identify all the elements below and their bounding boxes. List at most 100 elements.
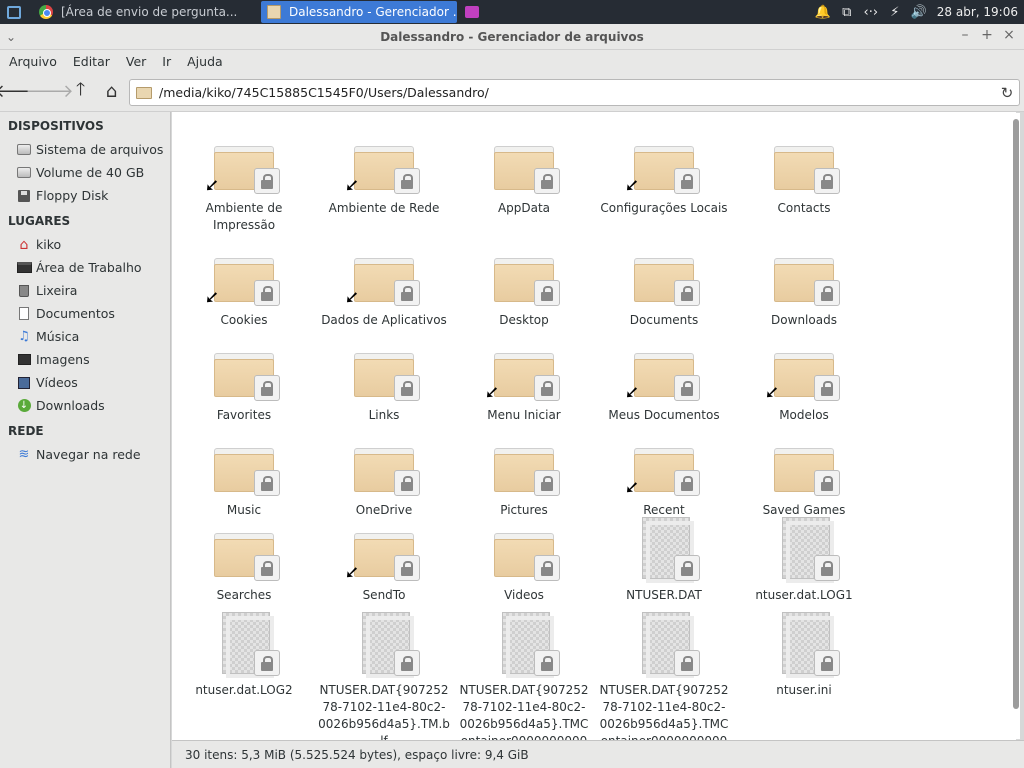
folder-item[interactable]: Ambiente de Rede <box>314 130 454 217</box>
sidebar-item-kiko[interactable]: ⌂ kiko <box>0 233 170 256</box>
file-name: AppData <box>497 201 551 215</box>
folder-item[interactable]: AppData <box>454 130 594 217</box>
file-view[interactable]: Ambiente de Impressão Ambiente de Rede App… <box>172 112 1016 740</box>
lock-icon <box>254 280 280 306</box>
location-bar[interactable]: /media/kiko/745C15885C1545F0/Users/Dales… <box>129 79 1020 106</box>
up-button[interactable]: 🡑 <box>65 77 96 107</box>
display-icon[interactable]: ⧉ <box>835 5 859 20</box>
folder-item[interactable]: Pictures <box>454 432 594 519</box>
file-item[interactable]: NTUSER.DAT{90725278-7102-11e4-80c2-0026b… <box>454 612 594 740</box>
system-tray: 🔔 ⧉ ‹·› ⚡ 🔊 28 abr, 19:06 <box>811 0 1024 24</box>
document-icon <box>16 307 32 321</box>
close-button[interactable]: × <box>998 27 1020 43</box>
folder-item[interactable]: SendTo <box>314 517 454 604</box>
window-title: Dalessandro - Gerenciador de arquivos <box>380 29 644 44</box>
lock-icon <box>534 470 560 496</box>
menu-bar: Arquivo Editar Ver Ir Ajuda <box>0 50 1024 72</box>
file-name: Searches <box>216 588 272 602</box>
taskbar-item-browser[interactable]: [Área de envio de pergunta... <box>33 1 259 23</box>
status-bar: 30 itens: 5,3 MiB (5.525.524 bytes), esp… <box>172 740 1024 768</box>
lock-icon <box>674 470 700 496</box>
lock-icon <box>534 375 560 401</box>
window-menu-icon[interactable]: ⌄ <box>6 30 16 44</box>
menu-ajuda[interactable]: Ajuda <box>179 54 231 69</box>
menu-ver[interactable]: Ver <box>118 54 154 69</box>
folder-item[interactable]: Links <box>314 337 454 424</box>
folder-item[interactable]: Dados de Aplicativos <box>314 242 454 329</box>
sidebar-item-lixeira[interactable]: Lixeira <box>0 279 170 302</box>
minimize-button[interactable]: – <box>954 27 976 43</box>
folder-item[interactable]: Documents <box>594 242 734 329</box>
taskbar-item-label: Dalessandro - Gerenciador ... <box>289 5 457 19</box>
symlink-arrow-icon <box>764 387 780 403</box>
sidebar-section-title: LUGARES <box>8 214 71 228</box>
sidebar-item-sistema-de-arquivos[interactable]: Sistema de arquivos <box>0 138 170 161</box>
file-name: SendTo <box>362 588 406 602</box>
lock-icon <box>254 555 280 581</box>
folder-item[interactable]: Cookies <box>174 242 314 329</box>
folder-item[interactable]: Videos <box>454 517 594 604</box>
folder-item[interactable]: Contacts <box>734 130 874 217</box>
maximize-button[interactable]: + <box>976 27 998 43</box>
sidebar-item-navegar-na-rede[interactable]: ≋ Navegar na rede <box>0 443 170 466</box>
folder-item[interactable]: Favorites <box>174 337 314 424</box>
folder-item[interactable]: Recent <box>594 432 734 519</box>
scrollbar[interactable] <box>1012 113 1020 739</box>
menu-editar[interactable]: Editar <box>65 54 118 69</box>
folder-item[interactable]: Downloads <box>734 242 874 329</box>
network-icon[interactable]: ‹·› <box>859 5 883 20</box>
sidebar-item-m-sica[interactable]: ♫ Música <box>0 325 170 348</box>
folder-item[interactable]: Searches <box>174 517 314 604</box>
clock[interactable]: 28 abr, 19:06 <box>931 5 1024 19</box>
folder-item[interactable]: OneDrive <box>314 432 454 519</box>
folder-item[interactable]: Desktop <box>454 242 594 329</box>
file-name: NTUSER.DAT{90725278-7102-11e4-80c2-0026b… <box>459 683 589 740</box>
lock-icon <box>674 650 700 676</box>
sidebar-item-imagens[interactable]: Imagens <box>0 348 170 371</box>
sidebar-item-label: kiko <box>36 237 62 252</box>
reload-icon[interactable]: ↻ <box>995 84 1019 102</box>
trash-icon <box>16 284 32 298</box>
file-item[interactable]: NTUSER.DAT{90725278-7102-11e4-80c2-0026b… <box>594 612 734 740</box>
volume-icon[interactable]: 🔊 <box>907 5 931 20</box>
sidebar-item-v-deos[interactable]: Vídeos <box>0 371 170 394</box>
taskbar-item-file-manager[interactable]: Dalessandro - Gerenciador ... <box>261 1 457 23</box>
file-name: Dados de Aplicativos <box>321 313 447 327</box>
folder-item[interactable]: Configurações Locais <box>594 130 734 217</box>
symlink-arrow-icon <box>624 482 640 498</box>
file-item[interactable]: ntuser.dat.LOG1 <box>734 517 874 604</box>
symlink-arrow-icon <box>344 567 360 583</box>
file-item[interactable]: ntuser.dat.LOG2 <box>174 612 314 699</box>
app-menu-button[interactable] <box>3 1 25 23</box>
window-titlebar[interactable]: ⌄ Dalessandro - Gerenciador de arquivos … <box>0 24 1024 50</box>
file-item[interactable]: ntuser.ini <box>734 612 874 699</box>
home-button[interactable]: ⌂ <box>96 77 127 107</box>
sidebar-item--rea-de-trabalho[interactable]: Área de Trabalho <box>0 256 170 279</box>
file-item[interactable]: NTUSER.DAT <box>594 517 734 604</box>
location-path[interactable]: /media/kiko/745C15885C1545F0/Users/Dales… <box>159 85 995 100</box>
lock-icon <box>394 168 420 194</box>
file-name: Meus Documentos <box>608 408 720 422</box>
forward-button[interactable]: 🡒 <box>25 77 73 107</box>
scrollbar-thumb[interactable] <box>1013 119 1019 709</box>
power-icon[interactable]: ⚡ <box>883 5 907 20</box>
sidebar-item-volume-de-40-gb[interactable]: Volume de 40 GB <box>0 161 170 184</box>
folder-item[interactable]: Saved Games <box>734 432 874 519</box>
app-menu-icon <box>7 5 21 19</box>
folder-item[interactable]: Meus Documentos <box>594 337 734 424</box>
file-item[interactable]: NTUSER.DAT{90725278-7102-11e4-80c2-0026b… <box>314 612 454 740</box>
file-name: Downloads <box>771 313 837 327</box>
folder-item[interactable]: Music <box>174 432 314 519</box>
sidebar-item-documentos[interactable]: Documentos <box>0 302 170 325</box>
taskbar-item-other[interactable] <box>461 1 483 23</box>
folder-item[interactable]: Ambiente de Impressão <box>174 130 314 234</box>
bell-icon[interactable]: 🔔 <box>811 5 835 20</box>
sidebar-item-downloads[interactable]: ↓ Downloads <box>0 394 170 417</box>
folder-item[interactable]: Modelos <box>734 337 874 424</box>
menu-ir[interactable]: Ir <box>154 54 179 69</box>
folder-item[interactable]: Menu Iniciar <box>454 337 594 424</box>
sidebar-item-floppy-disk[interactable]: Floppy Disk <box>0 184 170 207</box>
lock-icon <box>814 650 840 676</box>
lock-icon <box>814 375 840 401</box>
menu-arquivo[interactable]: Arquivo <box>0 54 65 69</box>
